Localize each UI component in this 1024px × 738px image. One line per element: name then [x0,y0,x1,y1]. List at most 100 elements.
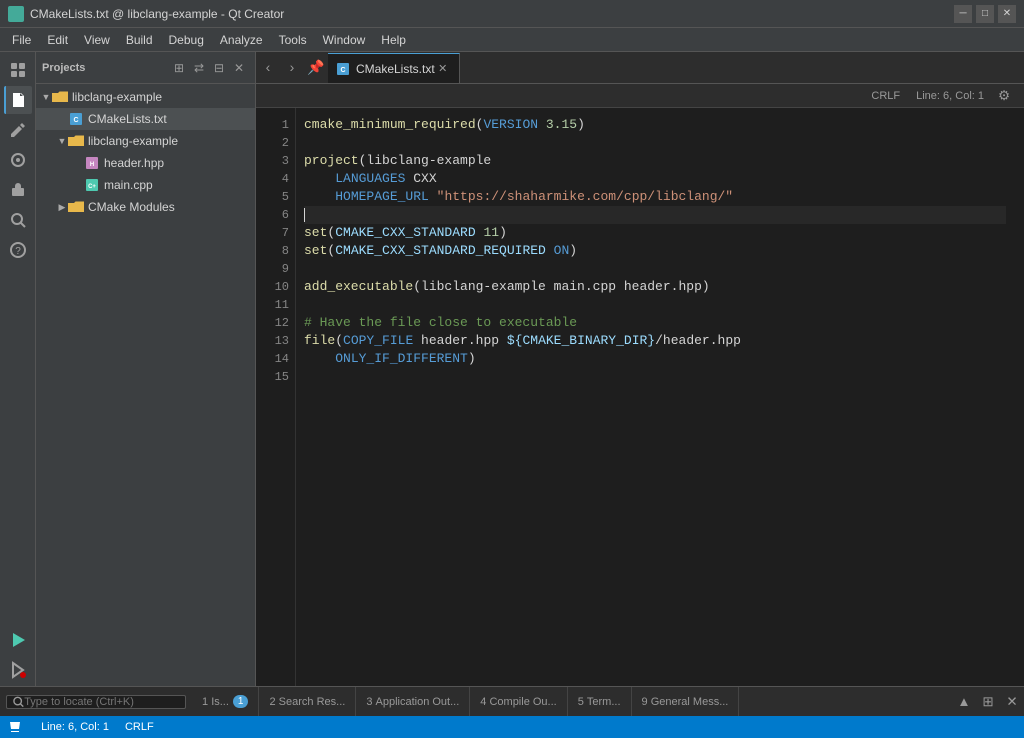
editor-tabs: ‹ › 📌 C CMakeLists.txt ✕ [256,52,1024,84]
sidebar-filter-btn[interactable]: ⊞ [169,58,189,78]
cmake-file-icon: C [68,111,84,127]
code-line-6 [304,206,1006,224]
sidebar-sync-btn[interactable]: ⇄ [189,58,209,78]
tree-item-cmakelists[interactable]: ▶ C CMakeLists.txt [36,108,255,130]
tree-label-cmakelists: CMakeLists.txt [88,112,167,126]
sidebar-edit-btn[interactable] [4,116,32,144]
sidebar-search-btn[interactable] [4,206,32,234]
run-btn[interactable] [4,626,32,654]
bottom-tab-terminal[interactable]: 5 Term... [568,687,632,716]
editor-settings-btn[interactable]: ⚙ [992,80,1016,112]
bottom-panel: 1 Is...1 2 Search Res... 3 Application O… [0,686,1024,716]
menu-bar: File Edit View Build Debug Analyze Tools… [0,28,1024,52]
bottom-tab-9-label: General Mess... [651,696,729,708]
search-locate-container[interactable] [6,695,186,709]
window-controls: ─ □ ✕ [954,5,1016,23]
sidebar-title: Projects [42,62,169,74]
bottom-right-controls: ▲ ⊞ ✕ [952,690,1024,714]
tab-cmakelists[interactable]: C CMakeLists.txt ✕ [328,53,460,83]
bottom-tab-general[interactable]: 9 General Mess... [632,687,740,716]
code-line-12: # Have the file close to executable [304,314,1006,332]
menu-file[interactable]: File [4,31,39,49]
bottom-panel-up-btn[interactable]: ▲ [952,690,976,714]
menu-debug[interactable]: Debug [161,31,212,49]
menu-edit[interactable]: Edit [39,31,76,49]
bottom-tab-9-num: 9 [642,696,648,708]
tree-label-main: main.cpp [104,178,153,192]
code-line-9 [304,260,1006,278]
text-cursor [304,208,305,222]
code-editor[interactable]: 1 2 3 4 5 6 7 8 9 10 11 12 13 14 15 cmak… [256,108,1024,686]
cpp-file-icon: C+ [84,177,100,193]
debug-run-btn[interactable] [4,656,32,684]
tree-label-subfolder: libclang-example [88,134,178,148]
tab-nav-forward[interactable]: › [280,52,304,83]
maximize-button[interactable]: □ [976,5,994,23]
hpp-file-icon: H [84,155,100,171]
tree-arrow-subfolder: ▼ [56,135,68,147]
tree-item-main[interactable]: ▶ C+ main.cpp [36,174,255,196]
window-title: CMakeLists.txt @ libclang-example - Qt C… [30,7,954,21]
bottom-tab-compile[interactable]: 4 Compile Ou... [470,687,567,716]
code-line-7: set(CMAKE_CXX_STANDARD 11) [304,224,1006,242]
editor-area: ‹ › 📌 C CMakeLists.txt ✕ CRLF Line: 6, C… [256,52,1024,686]
bottom-tab-issues[interactable]: 1 Is...1 [192,687,259,716]
bottom-tab-4-label: Compile Ou... [489,696,556,708]
sidebar-help-btn[interactable]: ? [4,236,32,264]
bottom-tab-3-num: 3 [366,696,372,708]
code-line-3: project(libclang-example [304,152,1006,170]
code-content[interactable]: cmake_minimum_required(VERSION 3.15) pro… [296,108,1014,686]
tab-pin-btn[interactable]: 📌 [304,52,328,83]
sidebar-kit-btn[interactable] [4,176,32,204]
menu-window[interactable]: Window [315,31,374,49]
code-line-15 [304,368,1006,386]
bottom-tab-4-num: 4 [480,696,486,708]
menu-help[interactable]: Help [373,31,414,49]
status-build-mode[interactable] [0,716,33,738]
svg-text:C+: C+ [88,184,96,190]
status-line-col[interactable]: Line: 6, Col: 1 [33,716,117,738]
bottom-tab-app-output[interactable]: 3 Application Out... [356,687,470,716]
build-icon [8,720,22,734]
sidebar-collapse-btn[interactable]: ⊟ [209,58,229,78]
menu-analyze[interactable]: Analyze [212,31,271,49]
code-line-4: LANGUAGES CXX [304,170,1006,188]
tree-item-root-folder[interactable]: ▼ libclang-example [36,86,255,108]
sidebar-toolbar: Projects ⊞ ⇄ ⊟ ✕ [36,52,255,84]
bottom-tab-2-label: Search Res... [279,696,346,708]
bottom-tab-3-label: Application Out... [376,696,460,708]
sidebar-debug-btn[interactable] [4,146,32,174]
folder-icon-cmake-modules [68,199,84,215]
code-line-10: add_executable(libclang-example main.cpp… [304,278,1006,296]
line-numbers: 1 2 3 4 5 6 7 8 9 10 11 12 13 14 15 [256,108,296,686]
menu-view[interactable]: View [76,31,118,49]
tree-item-cmake-modules[interactable]: ▶ CMake Modules [36,196,255,218]
bottom-tab-2-num: 2 [269,696,275,708]
bottom-panel-split-btn[interactable]: ⊞ [976,690,1000,714]
bottom-tab-search[interactable]: 2 Search Res... [259,687,356,716]
bottom-tab-1-num: 1 [202,696,208,708]
tree-item-subfolder[interactable]: ▼ libclang-example [36,130,255,152]
sidebar: Projects ⊞ ⇄ ⊟ ✕ ▼ libclang-example ▶ C [36,52,256,686]
sidebar-file-btn[interactable] [4,86,32,114]
svg-text:C: C [73,117,78,124]
menu-tools[interactable]: Tools [271,31,315,49]
status-line-ending[interactable]: CRLF [117,716,162,738]
minimize-button[interactable]: ─ [954,5,972,23]
tab-close-btn[interactable]: ✕ [435,61,451,77]
sidebar-close-btn[interactable]: ✕ [229,58,249,78]
search-locate-input[interactable] [24,696,179,708]
menu-build[interactable]: Build [118,31,161,49]
bottom-panel-close-btn[interactable]: ✕ [1000,690,1024,714]
svg-text:H: H [90,162,94,168]
code-line-11 [304,296,1006,314]
sidebar-projects-btn[interactable] [4,56,32,84]
vertical-scrollbar[interactable] [1014,108,1024,686]
tab-nav-back[interactable]: ‹ [256,52,280,83]
search-icon [13,696,24,708]
title-bar: CMakeLists.txt @ libclang-example - Qt C… [0,0,1024,28]
tree-item-header[interactable]: ▶ H header.hpp [36,152,255,174]
close-button[interactable]: ✕ [998,5,1016,23]
left-icon-bar: ? [0,52,36,686]
bottom-tab-5-label: Term... [587,696,621,708]
